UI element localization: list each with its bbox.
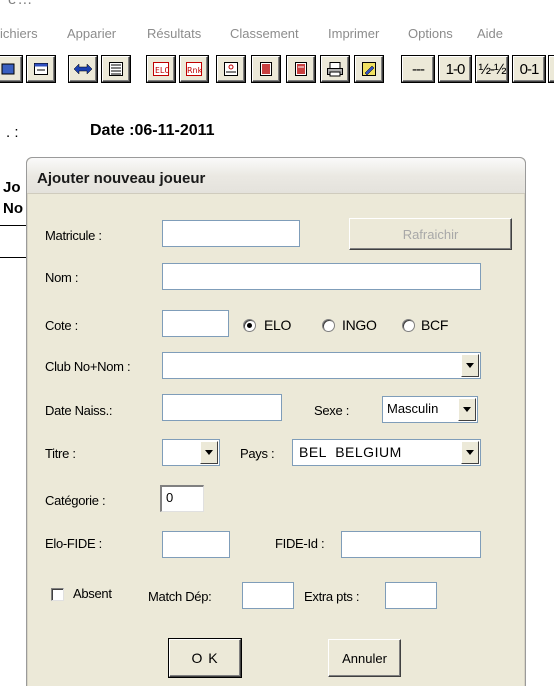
elo-fide-input[interactable] xyxy=(162,531,230,558)
dialog-title-bar[interactable]: Ajouter nouveau joueur xyxy=(27,158,525,194)
extra-pts-label: Extra pts : xyxy=(304,589,360,604)
swap-arrows-icon[interactable] xyxy=(69,56,97,82)
nom-input[interactable] xyxy=(162,263,481,290)
cote-input[interactable] xyxy=(162,310,229,337)
birthdate-input[interactable] xyxy=(162,394,282,421)
ingo-radio[interactable] xyxy=(322,319,335,332)
window-title-bar: e… xyxy=(0,0,554,12)
menu-resultats[interactable]: Résultats xyxy=(147,26,201,41)
open-icon[interactable] xyxy=(0,56,22,82)
toolbar: ELO Rnk --- 1-0 ½-½ 0-1 1- xyxy=(0,52,554,86)
categorie-label: Catégorie : xyxy=(45,493,106,508)
svg-text:ELO: ELO xyxy=(155,66,170,75)
result-more-button[interactable]: 1- xyxy=(549,56,554,82)
sexe-select[interactable]: Masculin xyxy=(382,396,478,423)
club-label: Club No+Nom : xyxy=(45,359,131,374)
menu-imprimer[interactable]: Imprimer xyxy=(328,26,379,41)
printer-icon[interactable] xyxy=(321,56,349,82)
result-draw-button[interactable]: ½-½ xyxy=(476,56,508,82)
sheet-icon[interactable] xyxy=(252,56,280,82)
titre-select[interactable] xyxy=(162,439,220,466)
card-icon[interactable] xyxy=(217,56,245,82)
menu-classement[interactable]: Classement xyxy=(230,26,299,41)
matricule-label: Matricule : xyxy=(45,228,102,243)
menu-bar: ichiers Apparier Résultats Classement Im… xyxy=(0,22,554,46)
dialog-title: Ajouter nouveau joueur xyxy=(37,170,206,187)
match-dep-input[interactable] xyxy=(242,582,294,609)
chevron-down-icon[interactable] xyxy=(458,398,476,421)
ingo-radio-label[interactable]: INGO xyxy=(342,317,377,333)
result-loss-button[interactable]: 0-1 xyxy=(513,56,545,82)
pays-value: BEL BELGIUM xyxy=(299,444,402,460)
chevron-down-icon[interactable] xyxy=(461,441,479,464)
pays-label: Pays : xyxy=(240,446,275,461)
window-icon[interactable] xyxy=(27,56,55,82)
match-dep-label: Match Dép: xyxy=(148,589,212,604)
extra-pts-input[interactable] xyxy=(385,582,437,609)
pays-select[interactable]: BEL BELGIUM xyxy=(292,439,481,466)
fide-id-label: FIDE-Id : xyxy=(275,536,325,551)
titre-label: Titre : xyxy=(45,446,76,461)
absent-checkbox[interactable] xyxy=(51,588,64,601)
sexe-value: Masculin xyxy=(387,401,439,416)
cote-label: Cote : xyxy=(45,318,78,333)
menu-options[interactable]: Options xyxy=(408,26,453,41)
result-none-button[interactable]: --- xyxy=(402,56,434,82)
date-label: Date :06-11-2011 xyxy=(90,122,215,139)
refresh-button[interactable]: Rafraichir xyxy=(349,218,512,250)
categorie-input[interactable]: 0 xyxy=(160,485,204,512)
edit-icon[interactable] xyxy=(355,56,383,82)
elo-radio-label[interactable]: ELO xyxy=(264,317,291,333)
ok-button[interactable]: O K xyxy=(169,639,241,677)
menu-aide[interactable]: Aide xyxy=(477,26,503,41)
chevron-down-icon[interactable] xyxy=(200,441,218,464)
sexe-label: Sexe : xyxy=(314,403,350,418)
column-header-fragment: Jo xyxy=(3,179,21,196)
nom-label: Nom : xyxy=(45,270,79,285)
club-select[interactable] xyxy=(162,352,481,379)
date-naiss-label: Date Naiss.: xyxy=(45,403,113,418)
fide-id-input[interactable] xyxy=(341,531,481,558)
elo-fide-label: Elo-FIDE : xyxy=(45,536,102,551)
round-label: . : xyxy=(6,124,19,141)
window-title: e… xyxy=(8,0,33,8)
result-win-button[interactable]: 1-0 xyxy=(439,56,471,82)
svg-text:Rnk: Rnk xyxy=(187,66,203,75)
elo-icon[interactable]: ELO xyxy=(147,56,175,82)
bcf-radio-label[interactable]: BCF xyxy=(421,317,448,333)
add-player-dialog: Ajouter nouveau joueur Matricule : Rafra… xyxy=(26,157,526,686)
column-header-fragment-2: No xyxy=(3,200,23,217)
absent-label[interactable]: Absent xyxy=(73,586,112,601)
menu-fichiers[interactable]: ichiers xyxy=(0,26,38,41)
app-window: e… ichiers Apparier Résultats Classement… xyxy=(0,0,554,686)
sheet2-icon[interactable] xyxy=(287,56,315,82)
rnk-icon[interactable]: Rnk xyxy=(180,56,208,82)
matricule-input[interactable] xyxy=(162,220,300,247)
list-icon[interactable] xyxy=(102,56,130,82)
menu-apparier[interactable]: Apparier xyxy=(67,26,116,41)
elo-radio[interactable] xyxy=(243,319,256,332)
bcf-radio[interactable] xyxy=(402,319,415,332)
cancel-button[interactable]: Annuler xyxy=(328,639,401,677)
chevron-down-icon[interactable] xyxy=(461,354,479,377)
